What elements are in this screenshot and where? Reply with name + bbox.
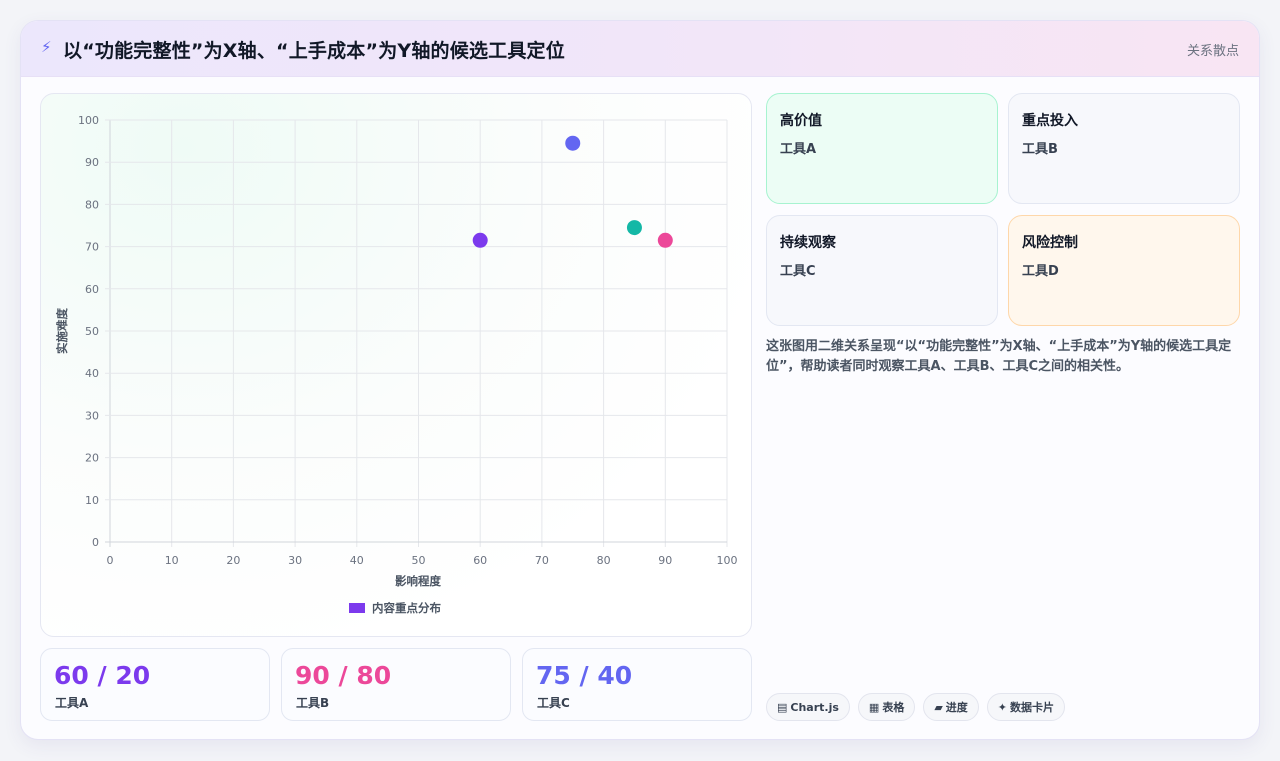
legend-swatch (349, 603, 365, 613)
stat-card-c: 75 / 40 工具C (522, 648, 752, 721)
y-axis-ticks: 0 10 20 30 40 50 60 70 80 90 100 (78, 114, 99, 549)
chart-description: 这张图用二维关系呈现“以“功能完整性”为X轴、“上手成本”为Y轴的候选工具定位”… (766, 339, 1232, 374)
x-tick-label: 70 (535, 554, 549, 567)
x-tick-label: 10 (165, 554, 179, 567)
stat-value: 90 / 80 (295, 661, 392, 690)
chip-label: 数据卡片 (1010, 701, 1055, 714)
scatter-point (657, 232, 673, 248)
quadrant-watch: 持续观察 工具C (766, 215, 998, 326)
sparkle-icon: ✦ (997, 700, 1008, 714)
x-tick-label: 30 (288, 554, 302, 567)
scatter-chart: 0 10 20 30 40 50 60 70 80 90 100 0 10 20 30 40 50 60 70 80… (55, 114, 738, 615)
quadrant-risk-control: 风险控制 工具D (1008, 215, 1240, 326)
card-header: ⚡︎ 以“功能完整性”为X轴、“上手成本”为Y轴的候选工具定位 关系散点 (21, 21, 1259, 77)
page-title: 以“功能完整性”为X轴、“上手成本”为Y轴的候选工具定位 (63, 40, 565, 62)
scatter-point (472, 232, 488, 248)
scatter-chart-panel: 0 10 20 30 40 50 60 70 80 90 100 0 10 20 30 40 50 60 70 80… (40, 93, 752, 637)
x-tick-label: 80 (597, 554, 611, 567)
scatter-point (565, 135, 581, 151)
y-tick-label: 100 (78, 114, 99, 127)
chart-icon: ▤ (777, 700, 788, 714)
y-tick-label: 90 (85, 156, 99, 169)
y-tick-label: 60 (85, 283, 99, 296)
stat-card-b: 90 / 80 工具B (281, 648, 511, 721)
feature-chips: ▤ Chart.js ▦ 表格 ▰ 进度 ✦ 数据卡片 (766, 693, 1066, 721)
y-tick-label: 50 (85, 325, 99, 338)
x-tick-label: 40 (350, 554, 364, 567)
stat-value: 60 / 20 (54, 661, 151, 690)
quadrant-title: 重点投入 (1022, 113, 1078, 129)
chip-table[interactable]: ▦ 表格 (857, 693, 916, 721)
stat-label: 工具A (55, 696, 89, 710)
progress-icon: ▰ (934, 700, 943, 714)
stat-label: 工具C (537, 696, 570, 710)
y-tick-label: 80 (85, 198, 99, 211)
bolt-icon: ⚡︎ (41, 38, 52, 56)
quadrant-value: 工具B (1022, 142, 1058, 157)
y-tick-label: 0 (92, 536, 99, 549)
quadrant-title: 风险控制 (1022, 235, 1078, 251)
x-tick-label: 90 (658, 554, 672, 567)
x-axis-label: 影响程度 (395, 574, 441, 588)
chip-label: Chart.js (790, 700, 839, 714)
stat-card-a: 60 / 20 工具A (40, 648, 270, 721)
quadrant-value: 工具A (780, 142, 817, 157)
quadrant-key-investment: 重点投入 工具B (1008, 93, 1240, 204)
quadrant-high-value: 高价值 工具A (766, 93, 998, 204)
x-tick-label: 50 (412, 554, 426, 567)
chart-grid (105, 119, 728, 547)
x-tick-label: 0 (107, 554, 114, 567)
chip-label: 进度 (945, 701, 968, 714)
legend-label: 内容重点分布 (372, 601, 441, 615)
data-points (472, 135, 673, 248)
x-tick-label: 60 (473, 554, 487, 567)
x-tick-label: 100 (717, 554, 738, 567)
chip-chartjs[interactable]: ▤ Chart.js (766, 693, 850, 721)
y-tick-label: 20 (85, 452, 99, 465)
y-tick-label: 40 (85, 367, 99, 380)
chip-progress[interactable]: ▰ 进度 (923, 693, 979, 721)
stat-value: 75 / 40 (536, 661, 633, 690)
main-card: ⚡︎ 以“功能完整性”为X轴、“上手成本”为Y轴的候选工具定位 关系散点 0 10… (20, 20, 1260, 740)
y-tick-label: 10 (85, 494, 99, 507)
x-tick-label: 20 (226, 554, 240, 567)
scatter-point (626, 220, 642, 236)
chip-data-card[interactable]: ✦ 数据卡片 (986, 693, 1066, 721)
chart-type-tag: 关系散点 (1186, 44, 1239, 59)
quadrant-title: 高价值 (780, 113, 822, 129)
quadrant-title: 持续观察 (780, 235, 836, 251)
quadrant-value: 工具C (780, 264, 816, 279)
stat-label: 工具B (296, 696, 330, 710)
y-tick-label: 70 (85, 241, 99, 254)
quadrant-value: 工具D (1022, 264, 1059, 279)
y-axis-label: 实施难度 (55, 308, 69, 354)
table-icon: ▦ (868, 700, 880, 714)
chip-label: 表格 (882, 701, 905, 714)
y-tick-label: 30 (85, 409, 99, 422)
x-axis-ticks: 0 10 20 30 40 50 60 70 80 90 100 (107, 554, 738, 567)
